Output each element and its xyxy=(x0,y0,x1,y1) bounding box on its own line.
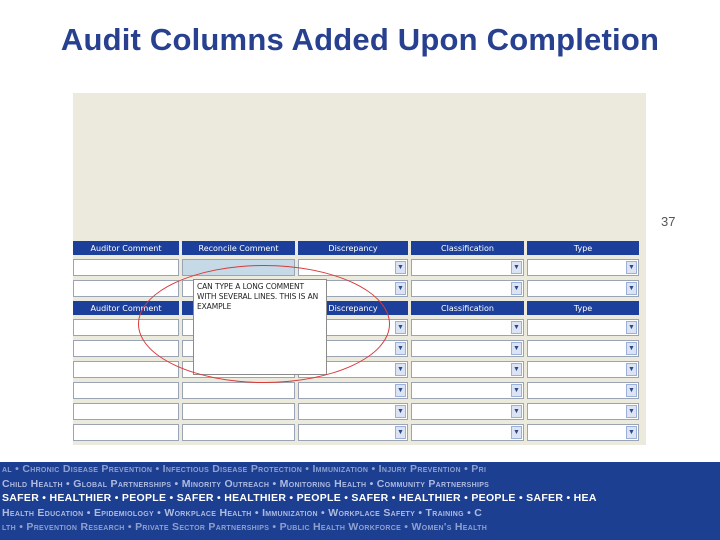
classification-select[interactable]: ▼ xyxy=(411,280,524,297)
discrepancy-select[interactable]: ▼ xyxy=(298,403,408,420)
chevron-down-icon[interactable]: ▼ xyxy=(395,363,406,376)
chevron-down-icon[interactable]: ▼ xyxy=(395,426,406,439)
type-select[interactable]: ▼ xyxy=(527,280,639,297)
auditor-comment-field[interactable] xyxy=(73,259,179,276)
highlight-ellipse xyxy=(138,265,390,383)
footer-banner: al • Chronic Disease Prevention • Infect… xyxy=(0,462,720,540)
discrepancy-select[interactable]: ▼ xyxy=(298,424,408,441)
banner-line: al • Chronic Disease Prevention • Infect… xyxy=(2,463,487,475)
chevron-down-icon[interactable]: ▼ xyxy=(511,405,522,418)
header-classification: Classification xyxy=(411,241,524,255)
reconcile-comment-field[interactable] xyxy=(182,424,295,441)
chevron-down-icon[interactable]: ▼ xyxy=(626,363,637,376)
type-select[interactable]: ▼ xyxy=(527,403,639,420)
type-select[interactable]: ▼ xyxy=(527,319,639,336)
chevron-down-icon[interactable]: ▼ xyxy=(626,426,637,439)
reconcile-comment-field[interactable] xyxy=(182,382,295,399)
chevron-down-icon[interactable]: ▼ xyxy=(626,384,637,397)
chevron-down-icon[interactable]: ▼ xyxy=(626,342,637,355)
banner-line: lth • Prevention Research • Private Sect… xyxy=(2,521,488,534)
auditor-comment-field[interactable] xyxy=(73,424,179,441)
chevron-down-icon[interactable]: ▼ xyxy=(511,426,522,439)
slide-title: Audit Columns Added Upon Completion xyxy=(60,22,660,57)
page-number: 37 xyxy=(661,214,676,229)
classification-select[interactable]: ▼ xyxy=(411,361,524,378)
type-select[interactable]: ▼ xyxy=(527,340,639,357)
chevron-down-icon[interactable]: ▼ xyxy=(395,342,406,355)
table-row: ▼ ▼ ▼ xyxy=(73,403,646,420)
chevron-down-icon[interactable]: ▼ xyxy=(626,321,637,334)
chevron-down-icon[interactable]: ▼ xyxy=(626,261,637,274)
type-select[interactable]: ▼ xyxy=(527,382,639,399)
classification-select[interactable]: ▼ xyxy=(411,319,524,336)
auditor-comment-field[interactable] xyxy=(73,382,179,399)
header-auditor-comment: Auditor Comment xyxy=(73,241,179,255)
app-screenshot: Auditor Comment Reconcile Comment Discre… xyxy=(73,93,646,445)
chevron-down-icon[interactable]: ▼ xyxy=(511,261,522,274)
type-select[interactable]: ▼ xyxy=(527,259,639,276)
table-row: ▼ ▼ ▼ xyxy=(73,382,646,399)
classification-select[interactable]: ▼ xyxy=(411,340,524,357)
header-reconcile-comment: Reconcile Comment xyxy=(182,241,295,255)
table-row: ▼ ▼ ▼ xyxy=(73,361,646,378)
grid-header-row: Auditor Comment Reconcile Comment Discre… xyxy=(73,241,646,255)
classification-select[interactable]: ▼ xyxy=(411,382,524,399)
classification-select[interactable]: ▼ xyxy=(411,424,524,441)
chevron-down-icon[interactable]: ▼ xyxy=(395,282,406,295)
type-select[interactable]: ▼ xyxy=(527,361,639,378)
table-row: ▼ ▼ ▼ xyxy=(73,259,646,276)
chevron-down-icon[interactable]: ▼ xyxy=(626,282,637,295)
type-select[interactable]: ▼ xyxy=(527,424,639,441)
chevron-down-icon[interactable]: ▼ xyxy=(395,321,406,334)
chevron-down-icon[interactable]: ▼ xyxy=(511,363,522,376)
banner-line: Health Education • Epidemiology • Workpl… xyxy=(2,506,483,519)
classification-select[interactable]: ▼ xyxy=(411,403,524,420)
banner-line: Child Health • Global Partnerships • Min… xyxy=(2,477,490,490)
table-row: ▼ ▼ ▼ xyxy=(73,424,646,441)
chevron-down-icon[interactable]: ▼ xyxy=(511,321,522,334)
chevron-down-icon[interactable]: ▼ xyxy=(626,405,637,418)
discrepancy-select[interactable]: ▼ xyxy=(298,382,408,399)
auditor-comment-field[interactable] xyxy=(73,361,179,378)
chevron-down-icon[interactable]: ▼ xyxy=(511,342,522,355)
reconcile-comment-field[interactable] xyxy=(182,403,295,420)
chevron-down-icon[interactable]: ▼ xyxy=(395,405,406,418)
chevron-down-icon[interactable]: ▼ xyxy=(511,384,522,397)
auditor-comment-field[interactable] xyxy=(73,403,179,420)
header-discrepancy: Discrepancy xyxy=(298,241,408,255)
banner-line: SAFER • HEALTHIER • PEOPLE • SAFER • HEA… xyxy=(2,492,597,505)
chevron-down-icon[interactable]: ▼ xyxy=(395,384,406,397)
header-type: Type xyxy=(527,241,639,255)
classification-select[interactable]: ▼ xyxy=(411,259,524,276)
chevron-down-icon[interactable]: ▼ xyxy=(511,282,522,295)
header-classification: Classification xyxy=(411,301,524,315)
chevron-down-icon[interactable]: ▼ xyxy=(395,261,406,274)
header-type: Type xyxy=(527,301,639,315)
